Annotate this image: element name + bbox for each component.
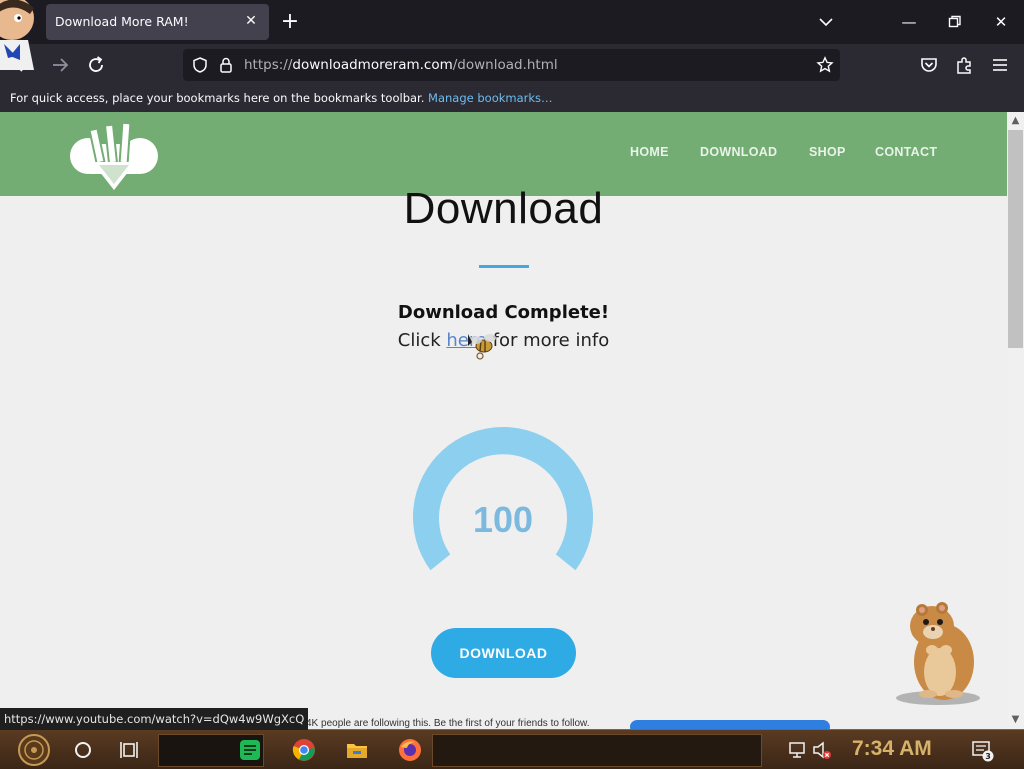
menu-hamburger-icon[interactable] xyxy=(988,53,1012,77)
start-button-icon[interactable] xyxy=(14,732,54,768)
minimize-window-button[interactable]: — xyxy=(886,0,932,44)
hamster-desktop-pet xyxy=(896,602,980,705)
reload-icon[interactable] xyxy=(84,53,108,77)
active-tab[interactable]: Download More RAM! ✕ xyxy=(46,4,269,40)
nav-home-link[interactable]: HOME xyxy=(630,145,669,159)
task-view-icon[interactable] xyxy=(118,738,142,762)
scroll-down-icon[interactable]: ▼ xyxy=(1007,711,1024,728)
follow-count-text: 4K people are following this. Be the fir… xyxy=(306,718,590,729)
url-domain: downloadmoreram.com xyxy=(292,57,453,73)
download-ram-logo[interactable] xyxy=(68,118,160,194)
url-text[interactable]: https://downloadmoreram.com/download.htm… xyxy=(244,57,558,73)
manage-bookmarks-link[interactable]: Manage bookmarks… xyxy=(428,91,553,105)
info-prefix: Click xyxy=(397,330,447,351)
file-explorer-folder-icon[interactable] xyxy=(345,738,369,762)
tracking-protection-shield-icon[interactable] xyxy=(191,56,209,74)
download-complete-message: Download Complete! xyxy=(397,302,610,323)
progress-value: 100 xyxy=(472,499,534,540)
pocket-icon[interactable] xyxy=(917,53,941,77)
navigation-toolbar: https://downloadmoreram.com/download.htm… xyxy=(0,44,1024,86)
url-scheme: https:// xyxy=(244,57,293,73)
nav-download-link[interactable]: DOWNLOAD xyxy=(700,145,777,159)
nav-shop-link[interactable]: SHOP xyxy=(809,145,846,159)
list-all-tabs-icon[interactable] xyxy=(815,11,837,33)
bookmark-star-icon[interactable] xyxy=(816,56,834,74)
page-viewport: HOME DOWNLOAD SHOP CONTACT Download Down… xyxy=(0,112,1007,729)
network-icon[interactable] xyxy=(786,738,810,762)
chrome-icon[interactable] xyxy=(292,738,316,762)
nav-contact-link[interactable]: CONTACT xyxy=(875,145,937,159)
address-bar[interactable]: https://downloadmoreram.com/download.htm… xyxy=(183,49,840,81)
more-info-line: Click here for more info xyxy=(0,330,1007,351)
new-tab-button[interactable]: + xyxy=(279,9,301,35)
restore-icon xyxy=(948,15,961,28)
title-underline xyxy=(479,265,529,268)
close-window-button[interactable]: ✕ xyxy=(978,0,1024,44)
extensions-puzzle-icon[interactable] xyxy=(953,53,977,77)
taskbar-clock[interactable]: 7:34 AM xyxy=(852,737,932,761)
volume-muted-icon[interactable] xyxy=(810,738,834,762)
firefox-icon[interactable] xyxy=(398,738,422,762)
desktop-character-avatar xyxy=(0,0,34,70)
url-path: /download.html xyxy=(452,57,558,73)
bookmarks-hint-text: For quick access, place your bookmarks h… xyxy=(10,91,425,105)
spotify-like-app-icon[interactable] xyxy=(238,738,262,762)
scrollbar-thumb[interactable] xyxy=(1008,130,1023,348)
forward-arrow-icon[interactable] xyxy=(48,53,72,77)
taskbar-app-panel xyxy=(432,734,762,767)
lock-icon[interactable] xyxy=(217,56,235,74)
notification-count: 3 xyxy=(985,752,991,761)
action-center-notification-icon[interactable]: 3 xyxy=(970,738,994,762)
scroll-up-icon[interactable]: ▲ xyxy=(1007,112,1024,129)
close-tab-icon[interactable]: ✕ xyxy=(241,11,261,31)
bookmarks-toolbar: For quick access, place your bookmarks h… xyxy=(0,86,1024,112)
windows-taskbar: 7:34 AM 3 xyxy=(0,729,1024,769)
page-title: Download xyxy=(403,184,604,233)
link-status-url: https://www.youtube.com/watch?v=dQw4w9Wg… xyxy=(0,708,309,730)
restore-window-button[interactable] xyxy=(932,0,978,44)
bee-cursor-icon xyxy=(468,334,496,360)
cortana-search-icon[interactable] xyxy=(71,738,95,762)
download-button[interactable]: DOWNLOAD xyxy=(431,628,576,678)
tab-bar: Download More RAM! ✕ + — ✕ xyxy=(0,0,1024,44)
info-suffix: for more info xyxy=(486,330,610,351)
follow-button[interactable] xyxy=(630,720,830,729)
tab-title: Download More RAM! xyxy=(55,14,189,29)
bookmarks-hint: For quick access, place your bookmarks h… xyxy=(10,91,553,105)
